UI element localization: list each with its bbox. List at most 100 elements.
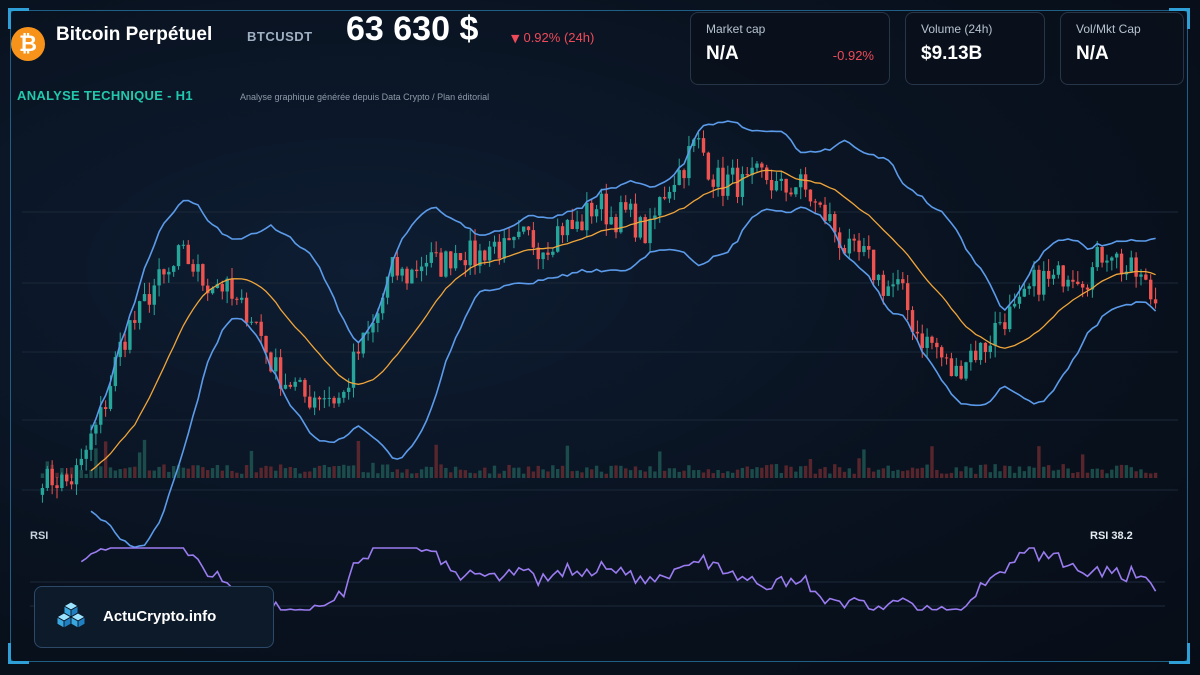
volume-bar [512, 467, 516, 478]
candle-body [400, 268, 404, 276]
volume-bar [371, 462, 375, 478]
candle-body [1022, 288, 1027, 297]
volume-bar [628, 470, 633, 478]
volume-bar [40, 473, 45, 478]
candle-body [171, 266, 176, 272]
volume-bar [346, 465, 351, 478]
volume-bar [905, 470, 910, 478]
candle-body [876, 274, 881, 281]
volume-bar [274, 470, 278, 478]
volume-label: Volume (24h) [921, 22, 993, 36]
candle-body [419, 266, 424, 272]
candle-body [949, 358, 954, 377]
volume-bar [833, 464, 837, 478]
volume-bar [696, 470, 701, 478]
volume-bar [735, 469, 740, 478]
market-cap-card: Market cap N/A -0.92% [690, 12, 890, 85]
candle-body [628, 203, 633, 210]
volume-bar [774, 464, 779, 478]
volume-card: Volume (24h) $9.13B [905, 12, 1045, 85]
candle-body [857, 240, 861, 253]
volume-bar [128, 467, 132, 478]
candle-body [944, 357, 949, 359]
candle-body [142, 294, 147, 302]
volume-bar [1076, 472, 1080, 478]
volume-bar [871, 471, 876, 478]
volume-bar [1105, 473, 1109, 478]
volume-bar [395, 469, 399, 478]
volume-bar [614, 465, 618, 478]
volume-bar [89, 469, 93, 478]
volume-value: $9.13B [921, 43, 983, 64]
volume-bar [813, 473, 818, 478]
candle-body [1066, 279, 1070, 287]
volume-bar [1003, 465, 1007, 478]
rsi-value: RSI 38.2 [1090, 530, 1133, 542]
market-cap-change: -0.92% [832, 48, 874, 63]
volume-bar [259, 467, 263, 478]
volume-bar [205, 470, 210, 478]
volume-bar [910, 467, 915, 478]
volume-bar [726, 471, 730, 478]
brand-badge[interactable]: ActuCrypto.info [34, 586, 274, 648]
volume-bar [385, 464, 390, 478]
volume-bar [687, 465, 691, 478]
candle-body [1153, 299, 1158, 304]
volume-bar [254, 472, 259, 478]
volume-bar [842, 471, 847, 478]
candle-body [555, 226, 560, 252]
volume-bar [376, 473, 380, 478]
volume-bar [891, 470, 895, 478]
volume-bar [1144, 472, 1148, 478]
candle-body [444, 251, 448, 277]
volume-bar [828, 473, 832, 478]
volume-bar [760, 467, 764, 478]
volume-bar [964, 466, 968, 478]
current-price: 63 630 $ [346, 10, 479, 48]
volume-bar [473, 473, 477, 478]
volume-bar [998, 471, 1002, 478]
candle-body [721, 167, 725, 196]
volume-bar [541, 469, 545, 478]
candle-body [565, 219, 570, 236]
candle-body [1129, 257, 1133, 272]
volume-bar [745, 466, 749, 478]
candle-body [1076, 281, 1080, 284]
candle-body [886, 286, 890, 296]
volume-bar [322, 464, 327, 478]
volume-bar [1153, 472, 1158, 478]
candle-body [1056, 265, 1061, 275]
candle-body [332, 397, 336, 404]
candle-body [939, 347, 944, 358]
volume-bar [458, 469, 463, 478]
candle-body [405, 268, 409, 284]
volume-bar [210, 468, 215, 478]
volume-bar [862, 449, 866, 478]
volume-bar [551, 465, 555, 478]
down-arrow-icon: ▼ [511, 32, 520, 45]
volume-bar [337, 465, 341, 478]
volume-bar [1008, 466, 1012, 478]
volume-bar [857, 458, 861, 478]
volume-bar [390, 472, 395, 478]
volume-bar [1037, 446, 1041, 478]
volume-bar [915, 468, 920, 478]
candle-body [716, 167, 720, 187]
volume-bar [925, 464, 929, 478]
volume-bar [706, 469, 711, 478]
candle-body [157, 269, 161, 286]
volume-bar [920, 467, 924, 478]
volume-bar [1066, 468, 1070, 478]
candle-body [867, 246, 871, 250]
candle-body [575, 221, 579, 229]
candle-body [196, 264, 200, 272]
volume-bar [1114, 465, 1119, 478]
volume-bar [585, 467, 589, 478]
volume-bar [366, 472, 370, 478]
volume-bar [113, 470, 118, 478]
volume-bar [599, 471, 604, 478]
volume-bar [769, 464, 774, 478]
volume-bar [755, 467, 759, 478]
volume-bar [779, 472, 783, 478]
candle-body [1032, 269, 1036, 287]
